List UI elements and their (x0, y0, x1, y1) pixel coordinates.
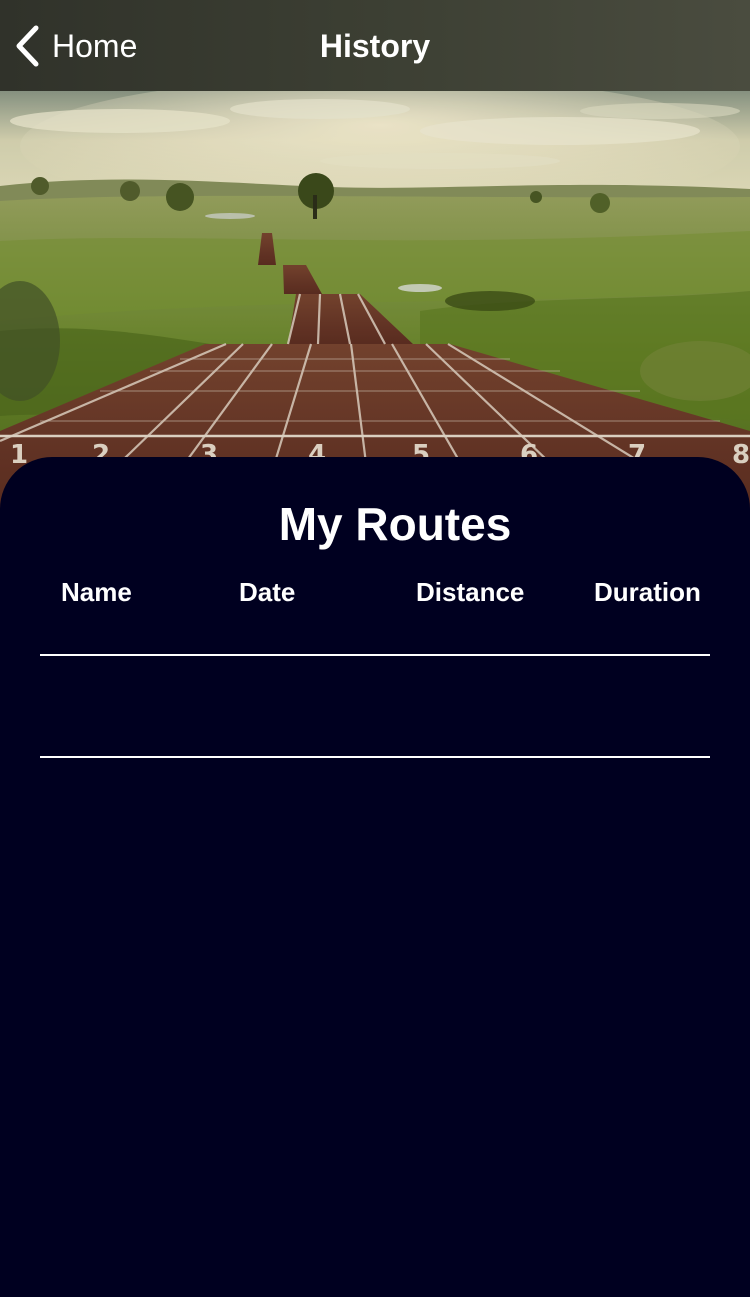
page-title: History (319, 28, 431, 64)
column-header-date[interactable]: Date (239, 577, 295, 608)
hero-track-image: 1 2 3 4 5 6 7 8 (0, 91, 750, 511)
column-header-distance[interactable]: Distance (416, 577, 524, 608)
navigation-bar: Home History (0, 0, 750, 91)
table-row-divider (40, 756, 710, 758)
table-header-divider (40, 654, 710, 656)
routes-panel: My Routes Name Date Distance Duration (0, 457, 750, 1297)
routes-title: My Routes (278, 498, 512, 550)
history-screen: Home History 1 2 3 4 5 6 7 8 My Routes N… (0, 0, 750, 1297)
column-header-name[interactable]: Name (61, 577, 132, 608)
column-header-duration[interactable]: Duration (594, 577, 701, 608)
